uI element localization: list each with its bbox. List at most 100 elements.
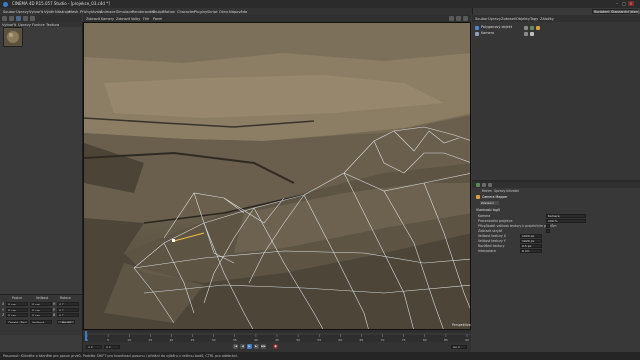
- user-icon[interactable]: [488, 183, 492, 187]
- timeline[interactable]: 051015202530354045505560657075808590: [83, 330, 471, 342]
- menu-select[interactable]: Výběr: [44, 10, 54, 14]
- redo-icon[interactable]: [9, 16, 14, 21]
- layout-dropdown[interactable]: Rozložení: Standardní (start): [592, 8, 640, 14]
- object-menu-objects[interactable]: Objekty: [516, 17, 530, 21]
- position-y-field[interactable]: 0 cm: [6, 307, 28, 312]
- menu-help[interactable]: Nápověda: [229, 10, 247, 14]
- viewport-pan-icon[interactable]: [449, 16, 454, 21]
- position-x-field[interactable]: 0 cm: [6, 302, 28, 306]
- attr-menu-mode[interactable]: Režim: [482, 189, 492, 193]
- apply-button[interactable]: Použít: [57, 320, 75, 324]
- viewport-menu-filter[interactable]: Filtr: [143, 17, 149, 21]
- rotation-h-label: H: [53, 302, 56, 306]
- viewport-menu-panel[interactable]: Panel: [153, 17, 162, 21]
- menu-simulate[interactable]: Simulace: [116, 10, 132, 14]
- object-menu-bookmarks[interactable]: Záložky: [540, 17, 554, 21]
- attribute-toolbar: [472, 182, 640, 188]
- playhead[interactable]: [85, 331, 87, 341]
- edit-icon[interactable]: [482, 183, 486, 187]
- visibility-dot-icon[interactable]: [524, 25, 528, 30]
- material-menu-create[interactable]: Vytvořit: [2, 23, 16, 27]
- interpolation-field[interactable]: 0 cm: [520, 249, 542, 253]
- menu-snap[interactable]: Přichytávání: [80, 10, 102, 14]
- material-menu-texture[interactable]: Textura: [46, 23, 59, 27]
- viewport-rotate-icon[interactable]: [463, 16, 468, 21]
- protection-tag-icon[interactable]: [530, 31, 534, 36]
- size-z-field[interactable]: 0 cm: [30, 313, 52, 317]
- size-mode-dropdown[interactable]: Velikost: [30, 320, 52, 324]
- menu-animate[interactable]: Animace: [100, 10, 116, 14]
- texture-size-x-field[interactable]: 1024 px: [520, 234, 542, 238]
- menu-plugins[interactable]: Pluginy: [194, 10, 207, 14]
- projection-percent-field[interactable]: 100 %: [546, 219, 586, 223]
- go-to-end-icon[interactable]: ▶▶: [261, 344, 266, 349]
- size-x-field[interactable]: 0 cm: [30, 302, 52, 306]
- material-menu-edit[interactable]: Úpravy: [18, 23, 31, 27]
- menu-motion[interactable]: Motion: [163, 10, 175, 14]
- attr-menu-user[interactable]: Uživatel: [506, 189, 519, 193]
- rotation-h-field[interactable]: 0 °: [57, 302, 79, 306]
- menu-window[interactable]: Okno: [219, 10, 228, 14]
- go-to-start-icon[interactable]: |◀: [233, 344, 238, 349]
- current-frame-field[interactable]: 0 F: [104, 344, 120, 349]
- maximize-button[interactable]: □: [621, 1, 627, 6]
- prev-frame-icon[interactable]: ◀: [240, 344, 245, 349]
- layout-value: Standardní (start): [611, 9, 640, 14]
- rotate-icon[interactable]: [30, 16, 35, 21]
- material-swatch[interactable]: [3, 27, 23, 47]
- viewport-menu: Zobrazit Kamery Zobrazit Volby Filtr Pan…: [83, 15, 471, 22]
- menu-character[interactable]: Character: [177, 10, 195, 14]
- coord-header-size: Velikost: [36, 296, 49, 300]
- rock-texture-render: [84, 23, 470, 329]
- camera-mapper-tag-icon[interactable]: [536, 25, 540, 30]
- start-frame-field[interactable]: 0 F: [86, 344, 102, 349]
- menu-sculpt[interactable]: Skulpt: [152, 10, 163, 14]
- play-icon[interactable]: ▶: [247, 344, 252, 349]
- rotation-p-field[interactable]: 0 °: [57, 307, 79, 312]
- selected-point[interactable]: [172, 239, 175, 242]
- tab-basic[interactable]: Základní: [480, 201, 499, 205]
- object-menu-edit[interactable]: Úpravy: [488, 17, 501, 21]
- undo-icon[interactable]: [2, 16, 7, 21]
- object-menu-view[interactable]: Zobrazit: [501, 17, 516, 21]
- viewport-menu-cameras[interactable]: Kamery: [101, 17, 114, 21]
- size-y-field[interactable]: 0 cm: [30, 307, 52, 312]
- menu-script[interactable]: Skript: [207, 10, 218, 14]
- viewport-menu-options[interactable]: Volby: [131, 17, 140, 21]
- 3d-viewport[interactable]: [83, 22, 471, 330]
- viewport-menu-display[interactable]: Zobrazit: [116, 17, 130, 21]
- menu-mesh[interactable]: Mesh: [69, 10, 78, 14]
- camera-link-field[interactable]: Kamera: [546, 214, 586, 218]
- object-row[interactable]: Kamera: [474, 31, 634, 36]
- fit-texture-checkbox[interactable]: [546, 224, 550, 228]
- texture-size-y-field[interactable]: 1024 px: [520, 239, 542, 243]
- close-button[interactable]: ×: [628, 1, 634, 6]
- menu-create[interactable]: Vytvořit: [29, 10, 43, 14]
- texture-tag-icon[interactable]: [530, 25, 534, 30]
- material-menu-function[interactable]: Funkce: [32, 23, 45, 27]
- menu-tools[interactable]: Nástroje: [55, 10, 70, 14]
- visibility-dot-icon[interactable]: [524, 31, 528, 36]
- end-frame-field[interactable]: 90 F: [451, 344, 467, 349]
- attr-menu-edit[interactable]: Úpravy: [494, 189, 505, 193]
- mode-icon[interactable]: [476, 183, 480, 187]
- rotation-b-field[interactable]: 0 °: [57, 313, 79, 317]
- attribute-manager: Režim Úpravy Uživatel Camera Mapper Zákl…: [472, 180, 640, 354]
- record-icon[interactable]: ●: [273, 344, 278, 349]
- next-frame-icon[interactable]: ▶|: [254, 344, 259, 349]
- minimize-button[interactable]: –: [614, 1, 620, 6]
- status-text: Posunout: Klikněte a táhněte pro posun p…: [3, 354, 238, 358]
- viewport-menu-view[interactable]: Zobrazit: [86, 17, 100, 21]
- texture-resolution-field[interactable]: 0.5 px: [520, 244, 542, 248]
- show-hidden-checkbox[interactable]: [546, 229, 550, 233]
- menu-file[interactable]: Soubor: [3, 10, 16, 14]
- viewport-zoom-icon[interactable]: [456, 16, 461, 21]
- scale-icon[interactable]: [23, 16, 28, 21]
- object-row[interactable]: Polygonový objekt: [474, 25, 634, 30]
- coord-mode-dropdown[interactable]: Objekt (Rel): [6, 320, 28, 324]
- position-z-field[interactable]: 0 cm: [6, 313, 28, 317]
- object-menu-tags[interactable]: Tagy: [530, 17, 538, 21]
- move-icon[interactable]: [16, 16, 21, 21]
- menu-edit[interactable]: Úpravy: [16, 10, 29, 14]
- object-menu-file[interactable]: Soubor: [475, 17, 488, 21]
